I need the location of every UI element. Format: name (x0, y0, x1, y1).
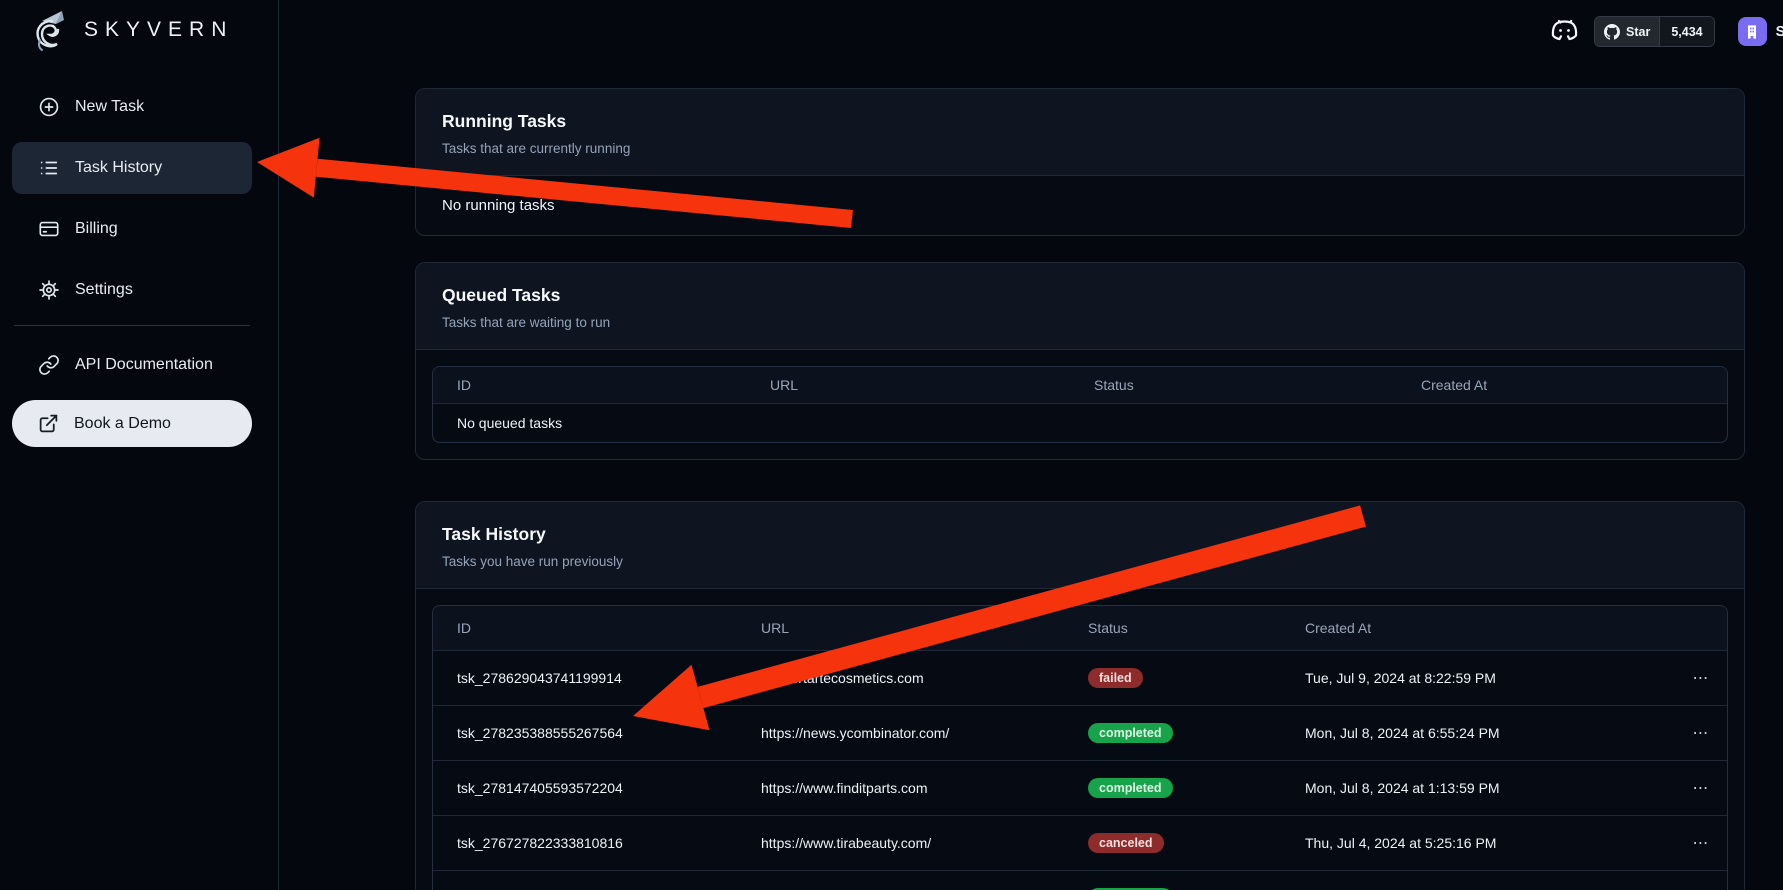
column-header-actions (1671, 606, 1728, 651)
column-header-url: URL (737, 606, 1064, 651)
task-id: tsk_278147405593572204 (433, 761, 737, 816)
status-badge: completed (1088, 723, 1173, 743)
row-menu-button[interactable]: ⋯ (1671, 816, 1728, 871)
section-subtitle: Tasks that are currently running (442, 141, 1718, 156)
table-header-row: ID URL Status Created At (433, 606, 1728, 651)
task-created-at: Tue, Jul 9, 2024 at 8:22:59 PM (1281, 651, 1671, 706)
external-link-icon (38, 413, 59, 434)
section-subtitle: Tasks you have run previously (442, 554, 1718, 569)
table-row[interactable]: tsk_278235388555267564 https://news.ycom… (433, 706, 1728, 761)
column-header-created-at: Created At (1397, 367, 1728, 404)
row-menu-button[interactable]: ⋯ (1671, 871, 1728, 890)
section-title: Queued Tasks (442, 285, 1718, 306)
sidebar: SKYVERN New Task Task History Billing (0, 0, 279, 890)
status-badge: completed (1088, 778, 1173, 798)
avatar[interactable] (1738, 17, 1767, 46)
task-url: https://www.tirabeauty.com/ (737, 816, 1064, 871)
queued-tasks-empty-state: No queued tasks (433, 404, 1728, 443)
row-menu-button[interactable]: ⋯ (1671, 706, 1728, 761)
list-icon (38, 157, 60, 179)
plus-circle-icon (38, 96, 60, 118)
org-name-partial: Sk (1776, 24, 1783, 40)
sidebar-item-label: New Task (75, 98, 144, 116)
section-title: Task History (442, 524, 1718, 545)
sidebar-item-label: Billing (75, 220, 118, 238)
sidebar-item-settings[interactable]: Settings (12, 264, 252, 316)
app: { "brand": { "name": "SKYVERN" }, "sideb… (0, 0, 1783, 890)
sidebar-item-label: Task History (75, 159, 162, 177)
table-header-row: ID URL Status Created At (433, 367, 1728, 404)
queued-tasks-card: Queued Tasks Tasks that are waiting to r… (415, 262, 1745, 460)
task-status: completed (1064, 706, 1281, 761)
sidebar-item-billing[interactable]: Billing (12, 203, 252, 255)
column-header-status: Status (1070, 367, 1397, 404)
brand-logo[interactable]: SKYVERN (26, 6, 233, 54)
sidebar-item-task-history[interactable]: Task History (12, 142, 252, 194)
sidebar-nav: New Task Task History Billing Setti (12, 81, 252, 456)
running-tasks-header: Running Tasks Tasks that are currently r… (416, 89, 1744, 176)
task-id: tsk_278235388555267564 (433, 706, 737, 761)
sidebar-item-label: Book a Demo (74, 415, 171, 433)
column-header-id: ID (433, 606, 737, 651)
queued-tasks-header: Queued Tasks Tasks that are waiting to r… (416, 263, 1744, 350)
task-url: https://tartecosmetics.com (737, 651, 1064, 706)
task-created-at: Mon, Jul 8, 2024 at 6:55:24 PM (1281, 706, 1671, 761)
queued-tasks-table: ID URL Status Created At No queued tasks (432, 366, 1728, 443)
task-url: https://news.ycombinator.com/ (737, 706, 1064, 761)
task-id: tsk_276727822333810816 (433, 816, 737, 871)
discord-icon[interactable] (1549, 18, 1580, 45)
link-icon (38, 354, 60, 376)
task-url: https://www.geico.com (737, 871, 1064, 890)
column-header-status: Status (1064, 606, 1281, 651)
row-menu-button[interactable]: ⋯ (1671, 651, 1728, 706)
column-header-id: ID (433, 367, 746, 404)
column-header-created-at: Created At (1281, 606, 1671, 651)
sidebar-item-api-documentation[interactable]: API Documentation (12, 339, 252, 391)
running-tasks-empty-state: No running tasks (416, 176, 1744, 235)
table-row[interactable]: tsk_278147405593572204 https://www.findi… (433, 761, 1728, 816)
sidebar-item-new-task[interactable]: New Task (12, 81, 252, 133)
table-row[interactable]: tsk_276727822333810816 https://www.tirab… (433, 816, 1728, 871)
credit-card-icon (38, 218, 60, 240)
task-id: tsk_278629043741199914 (433, 651, 737, 706)
gear-icon (38, 279, 60, 301)
status-badge: failed (1088, 668, 1143, 688)
task-created-at: Thu, Jul 4, 2024 at 5:25:16 PM (1281, 816, 1671, 871)
task-url: https://www.finditparts.com (737, 761, 1064, 816)
building-icon (1744, 24, 1760, 40)
github-star-label: Star (1626, 25, 1650, 39)
task-created-at: Mon, Jul 8, 2024 at 1:13:59 PM (1281, 761, 1671, 816)
task-status: completed (1064, 871, 1281, 890)
github-star-button[interactable]: Star 5,434 (1594, 16, 1715, 47)
table-row[interactable]: tsk_278629043741199914 https://tartecosm… (433, 651, 1728, 706)
status-badge: canceled (1088, 833, 1164, 853)
sidebar-divider (14, 325, 250, 326)
task-created-at: Thu, Jun 27, 2024 at 8:38:58 PM (1281, 871, 1671, 890)
brand-name: SKYVERN (84, 18, 233, 42)
skyvern-dragon-icon (26, 6, 74, 54)
sidebar-item-label: Settings (75, 281, 133, 299)
github-star-count: 5,434 (1659, 17, 1713, 46)
main-content: Running Tasks Tasks that are currently r… (415, 88, 1745, 890)
github-star-segment: Star (1595, 17, 1659, 46)
task-history-table: ID URL Status Created At tsk_27862904374… (432, 605, 1728, 890)
row-menu-button[interactable]: ⋯ (1671, 761, 1728, 816)
book-a-demo-button[interactable]: Book a Demo (12, 400, 252, 447)
task-status: failed (1064, 651, 1281, 706)
sidebar-item-label: API Documentation (75, 356, 213, 374)
task-status: canceled (1064, 816, 1281, 871)
empty-row: No queued tasks (433, 404, 1728, 443)
topbar: Star 5,434 Sk (1549, 16, 1783, 47)
task-history-card: Task History Tasks you have run previous… (415, 501, 1745, 890)
task-id: tsk_274180139292204058 (433, 871, 737, 890)
table-row[interactable]: tsk_274180139292204058 https://www.geico… (433, 871, 1728, 890)
task-status: completed (1064, 761, 1281, 816)
section-title: Running Tasks (442, 111, 1718, 132)
task-history-header: Task History Tasks you have run previous… (416, 502, 1744, 589)
running-tasks-card: Running Tasks Tasks that are currently r… (415, 88, 1745, 236)
section-subtitle: Tasks that are waiting to run (442, 315, 1718, 330)
column-header-url: URL (746, 367, 1070, 404)
github-icon (1604, 24, 1620, 40)
